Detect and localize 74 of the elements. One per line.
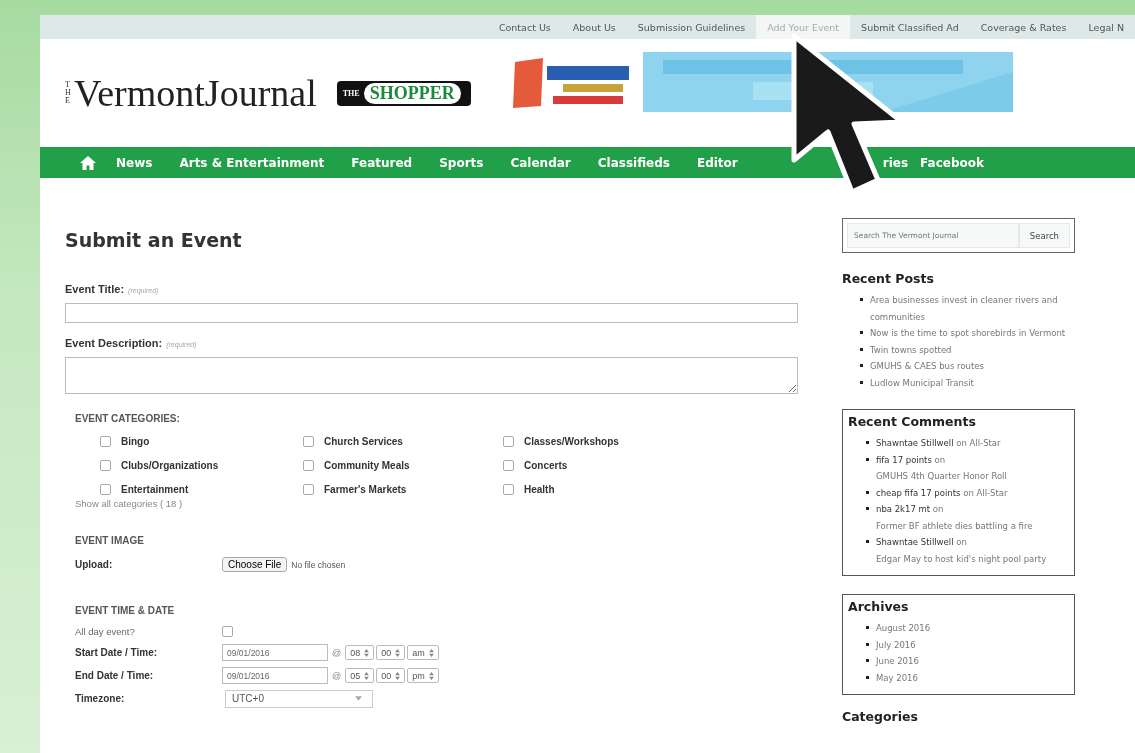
archive-link[interactable]: July 2016 <box>876 636 916 653</box>
widget-title: Categories <box>842 709 919 724</box>
nav-link[interactable]: News <box>116 155 153 170</box>
post-link[interactable]: Former BF athlete dies battling a fire <box>876 520 1033 531</box>
category-label: Health <box>524 484 555 495</box>
nav-link[interactable]: Facebook <box>920 155 984 170</box>
at-sign: @ <box>332 647 342 658</box>
search-button[interactable]: Search <box>1018 223 1070 248</box>
shopper-logo[interactable]: THE SHOPPER <box>336 80 471 106</box>
category-label: Farmer's Markets <box>324 484 407 495</box>
timezone-select[interactable]: UTC+0 <box>225 689 373 708</box>
widget-title: Archives <box>848 599 910 614</box>
top-link[interactable]: Coverage & Rates <box>969 15 1078 39</box>
show-all-link[interactable]: Show all categories ( 18 ) <box>75 498 800 509</box>
nav-link[interactable]: Editor <box>696 155 738 170</box>
post-link[interactable]: Twin towns spotted <box>870 341 952 358</box>
date-field[interactable]: 09/01/2016 <box>222 644 328 661</box>
time-select[interactable]: 00 <box>376 645 406 660</box>
post-link[interactable]: All-Star <box>976 487 1008 498</box>
nav-link[interactable]: Calendar <box>510 155 571 170</box>
time-select[interactable]: 00 <box>376 668 406 683</box>
widget-title: Recent Comments <box>848 414 977 429</box>
post-link[interactable]: GMUHS 4th Quarter Honor Roll <box>876 471 1007 481</box>
date-field[interactable]: 09/01/2016 <box>222 667 328 684</box>
nav-link[interactable]: ries <box>882 155 909 170</box>
field-label: Start Date / Time: <box>75 647 159 658</box>
field-label: Event Title: <box>65 283 125 295</box>
top-link[interactable]: Submit Classified Ad <box>850 15 970 39</box>
category-label: Clubs/Organizations <box>121 460 219 471</box>
top-link[interactable]: Legal N <box>1077 15 1135 39</box>
top-link[interactable]: Submission Guidelines <box>626 15 757 39</box>
nav-link[interactable]: Arts & Entertainment <box>179 155 325 170</box>
time-select[interactable]: 08 <box>345 645 375 660</box>
post-link[interactable]: Now is the time to spot shorebirds in Vermont <box>870 325 1066 342</box>
top-link[interactable]: About Us <box>561 15 627 39</box>
field-label: Upload: <box>75 559 114 570</box>
field-label: Timezone: <box>75 693 126 704</box>
comment-text: Shawntae Stillwell on Edgar May to host kid's night pool party <box>876 536 1048 566</box>
field-label: Event Description: <box>65 337 163 349</box>
at-sign: @ <box>332 670 342 681</box>
site-logo[interactable]: VermontJournal <box>74 71 317 115</box>
top-link[interactable]: Contact Us <box>487 15 562 39</box>
post-link[interactable]: All-Star <box>969 438 1001 448</box>
comment-text: Shawntae Stillwell on All-Star <box>876 437 1001 450</box>
time-select[interactable]: am <box>407 645 439 660</box>
time-select[interactable]: pm <box>407 668 439 683</box>
category-label: Church Services <box>324 436 403 447</box>
post-link[interactable]: Area businesses invest in cleaner rivers and communities <box>870 292 1067 325</box>
archive-link[interactable]: June 2016 <box>876 653 919 670</box>
archive-link[interactable]: May 2016 <box>876 669 918 686</box>
post-link[interactable]: GMUHS & CAES bus routes <box>870 358 984 375</box>
category-label: Entertainment <box>121 484 189 495</box>
section-heading: EVENT TIME & DATE <box>75 605 176 616</box>
logo-prefix: THE <box>65 81 72 105</box>
choose-file-button[interactable]: Choose File <box>222 557 288 572</box>
archive-link[interactable]: August 2016 <box>876 620 931 637</box>
category-label: Classes/Workshops <box>524 436 619 447</box>
nav-link[interactable]: Classifieds <box>597 155 670 170</box>
time-select[interactable]: 05 <box>345 668 375 683</box>
post-link[interactable]: Ludlow Municipal Transit <box>870 374 974 391</box>
category-label: Bingo <box>121 436 150 447</box>
widget-title: Recent Posts <box>842 271 935 286</box>
category-label: Community Meals <box>324 460 410 471</box>
file-status: No file chosen <box>291 559 346 570</box>
nav-link[interactable]: Featured <box>351 155 413 170</box>
section-heading: EVENT IMAGE <box>75 535 145 546</box>
page-title: Submit an Event <box>65 229 243 251</box>
section-heading: EVENT CATEGORIES: <box>75 413 181 424</box>
nav-link[interactable]: Sports <box>439 155 484 170</box>
post-link[interactable]: Edgar May to host kid's night pool party <box>876 553 1047 564</box>
category-label: Concerts <box>524 460 568 471</box>
comment-text: cheap fifa 17 points on All-Star <box>876 486 1008 500</box>
field-label: All day event? <box>75 625 136 637</box>
field-label: End Date / Time: <box>75 670 155 681</box>
